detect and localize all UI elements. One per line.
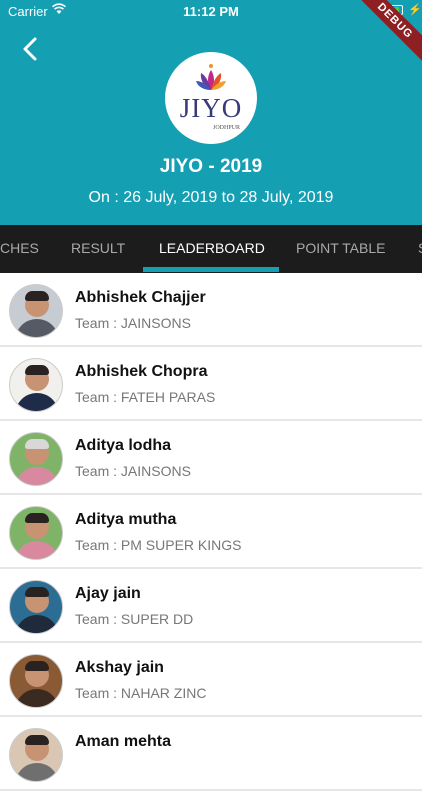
tab-point-table[interactable]: POINT TABLE xyxy=(296,225,385,273)
lotus-icon xyxy=(196,64,226,90)
logo-wordmark: JIYO xyxy=(179,93,243,123)
list-item[interactable]: Abhishek Chajjer Team : JAINSONS xyxy=(0,273,422,347)
player-team: Team : JAINSONS xyxy=(75,463,191,479)
player-name: Aditya lodha xyxy=(75,437,172,454)
event-header: Carrier 11:12 PM ⚡ DEBUG JIYO JODHPUR JI… xyxy=(0,0,422,225)
player-team: Team : PM SUPER KINGS xyxy=(75,537,242,553)
list-item[interactable]: Aditya mutha Team : PM SUPER KINGS xyxy=(0,495,422,569)
avatar xyxy=(9,654,63,708)
list-item[interactable]: Abhishek Chopra Team : FATEH PARAS xyxy=(0,347,422,421)
tab-more[interactable]: S xyxy=(418,225,422,273)
clock: 11:12 PM xyxy=(183,4,239,19)
avatar xyxy=(9,358,63,412)
player-name: Aman mehta xyxy=(75,733,172,750)
list-item[interactable]: Akshay jain Team : NAHAR ZINC xyxy=(0,643,422,717)
avatar xyxy=(9,506,63,560)
list-item[interactable]: Aditya lodha Team : JAINSONS xyxy=(0,421,422,495)
event-logo: JIYO JODHPUR xyxy=(165,52,257,144)
tab-result[interactable]: RESULT xyxy=(71,225,125,273)
logo-subtitle: JODHPUR xyxy=(213,125,241,131)
avatar xyxy=(9,284,63,338)
active-tab-indicator xyxy=(143,267,279,272)
back-arrow-icon[interactable] xyxy=(18,36,44,62)
avatar xyxy=(9,432,63,486)
player-team: Team : NAHAR ZINC xyxy=(75,685,207,701)
player-name: Aditya mutha xyxy=(75,511,177,528)
tab-bar: CHES RESULT LEADERBOARD POINT TABLE S xyxy=(0,225,422,273)
player-name: Akshay jain xyxy=(75,659,164,676)
player-team: Team : FATEH PARAS xyxy=(75,389,216,405)
status-bar: Carrier 11:12 PM ⚡ xyxy=(0,0,422,22)
player-name: Ajay jain xyxy=(75,585,141,602)
avatar xyxy=(9,580,63,634)
charging-icon: ⚡ xyxy=(408,4,422,16)
avatar xyxy=(9,728,63,782)
list-item[interactable]: Aman mehta xyxy=(0,717,422,791)
player-name: Abhishek Chopra xyxy=(75,363,208,380)
tab-matches[interactable]: CHES xyxy=(0,225,39,273)
player-name: Abhishek Chajjer xyxy=(75,289,206,306)
event-title: JIYO - 2019 xyxy=(159,156,263,177)
list-item[interactable]: Ajay jain Team : SUPER DD xyxy=(0,569,422,643)
leaderboard-list: Abhishek Chajjer Team : JAINSONS Abhishe… xyxy=(0,273,422,791)
tab-leaderboard[interactable]: LEADERBOARD xyxy=(159,225,265,273)
event-dates: On : 26 July, 2019 to 28 July, 2019 xyxy=(88,189,334,206)
player-team: Team : SUPER DD xyxy=(75,611,194,627)
player-team: Team : JAINSONS xyxy=(75,315,191,331)
